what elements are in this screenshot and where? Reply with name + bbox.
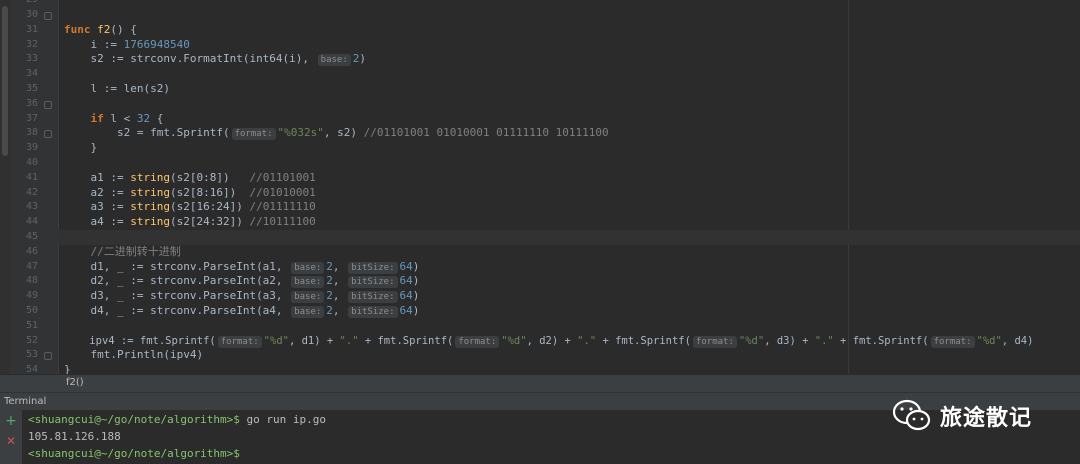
code-line-52: fmt.Println(ipv4) (90, 348, 204, 362)
code-line-47: d2, _ := strconv.ParseInt(a2, base: 2, bi… (90, 274, 420, 289)
code-line-43: a4 := string(s2[24:32]) //10111100 (90, 215, 316, 229)
code-line-42: a3 := string(s2[16:24]) //01111110 (90, 200, 316, 214)
code-line-49: d4, _ := strconv.ParseInt(a4, base: 2, bi… (90, 303, 420, 318)
terminal-title: Terminal (4, 396, 47, 407)
code-line-51: ipv4 := fmt.Sprintf(format: "%d", d1) + "… (89, 334, 1034, 348)
code-line-37: s2 = fmt.Sprintf(format: "%032s", s2) //0… (116, 126, 609, 141)
line-number: 45 (25, 231, 38, 242)
code-line-41: a2 := string(s2[8:16]) //01010001 (90, 185, 316, 199)
watermark-text: 旅途散记 (940, 406, 1033, 431)
param-hint: base: (317, 54, 351, 67)
line-number: 29 (10, 0, 38, 8)
code-editor[interactable]: 2930313233343536373839404142434445464748… (0, 0, 1080, 374)
terminal-line[interactable]: <shuangcui@~/go/note/algorithm>$ (28, 446, 240, 462)
code-line-48: d3, _ := strconv.ParseInt(a3, base: 2, bi… (90, 289, 420, 304)
fold-marker[interactable] (44, 352, 52, 360)
code-line-32: s2 := strconv.FormatInt(int64(i), base: 2… (90, 52, 367, 67)
fold-marker[interactable] (44, 101, 52, 109)
code-line-54: } (64, 363, 71, 374)
code-line-46: d1, _ := strconv.ParseInt(a1, base: 2, bi… (90, 259, 420, 274)
watermark: 旅途散记 (892, 396, 1032, 436)
code-line-40: a1 := string(s2[0:8]) //01101001 (90, 170, 316, 184)
breadcrumb[interactable]: f2() (0, 374, 1080, 393)
terminal-toolbar: + ✕ (0, 410, 22, 464)
terminal-line: <shuangcui@~/go/note/algorithm>$ go run … (28, 413, 327, 426)
fold-marker[interactable] (44, 12, 52, 20)
add-terminal-icon[interactable]: + (4, 414, 18, 428)
terminal-line: 105.81.126.188 (28, 430, 121, 443)
code-line-36: if l < 32 { (90, 111, 164, 125)
wechat-icon (892, 398, 932, 434)
breadcrumb-item[interactable]: f2() (66, 377, 84, 388)
fold-marker[interactable] (44, 130, 52, 138)
code-line-38: } (90, 141, 98, 155)
code-line-31: i := 1766948540 (90, 37, 190, 51)
code-line-45-current: //二进制转十进制 (58, 230, 1080, 258)
code-line-34: l := len(s2) (90, 81, 170, 95)
code-line-30: func f2() { (64, 22, 137, 36)
close-terminal-icon[interactable]: ✕ (4, 434, 18, 448)
